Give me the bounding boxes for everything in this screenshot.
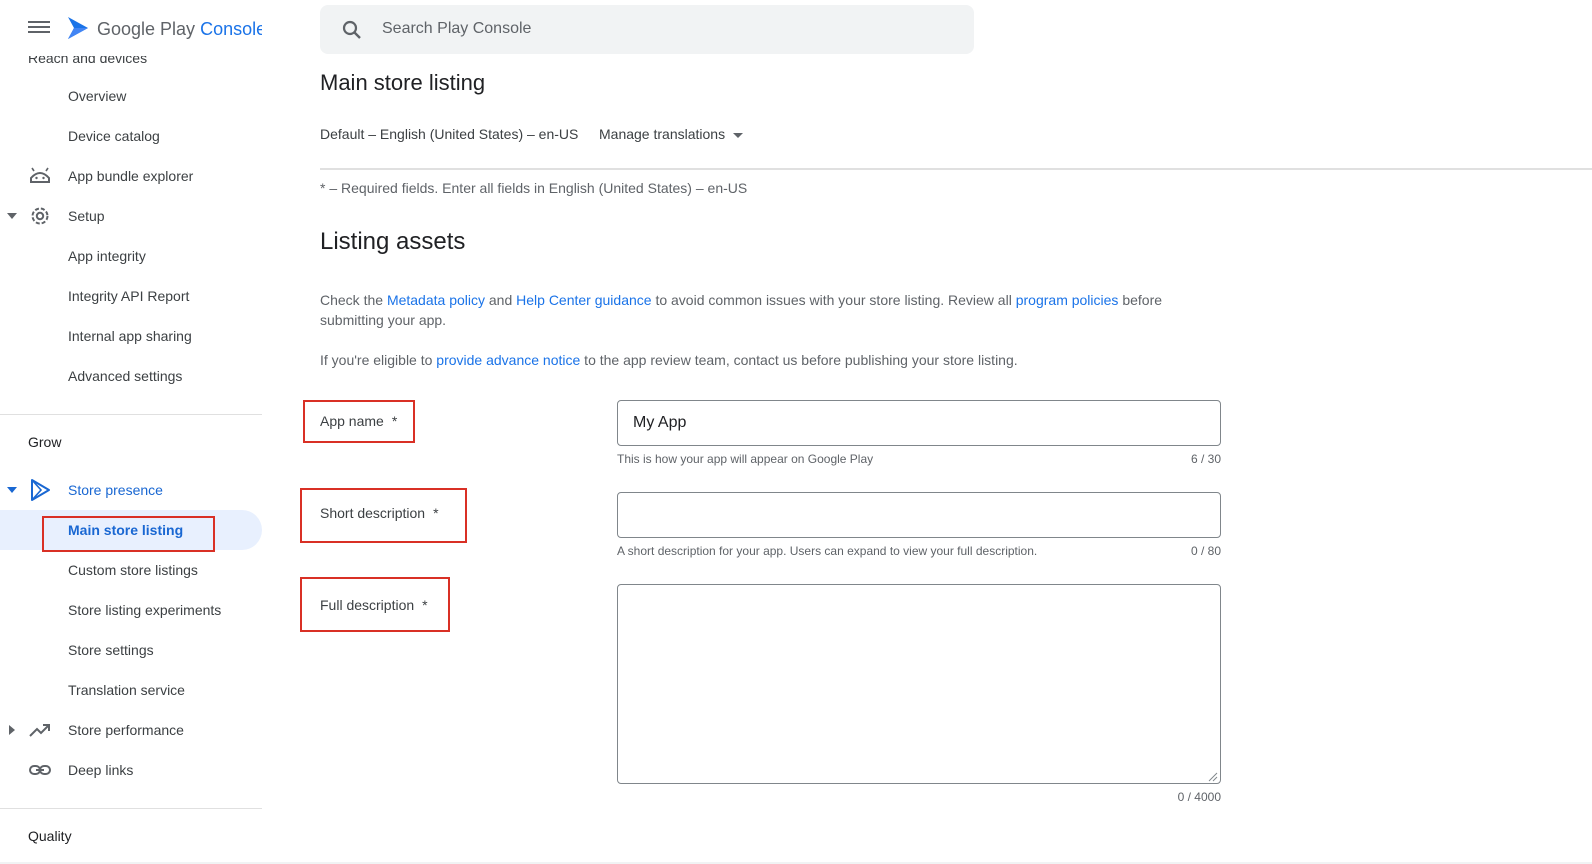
short-description-hint: A short description for your app. Users … [617, 544, 1038, 558]
caret-down-icon[interactable] [7, 485, 17, 495]
required-fields-note: * – Required fields. Enter all fields in… [320, 180, 748, 196]
sidebar-item-custom-store-listings[interactable]: Custom store listings [0, 550, 262, 590]
metadata-policy-link[interactable]: Metadata policy [387, 292, 485, 308]
brand-header: Google Play Console [0, 0, 262, 56]
dropdown-arrow-icon [733, 132, 744, 138]
default-language: Default – English (United States) – en-U… [320, 126, 579, 142]
sidebar-divider [0, 414, 262, 415]
policy-paragraph: Check the Metadata policy and Help Cente… [320, 292, 1163, 328]
sidebar-item-app-bundle-explorer[interactable]: App bundle explorer [0, 156, 262, 196]
sidebar-item-translation-service[interactable]: Translation service [0, 670, 262, 710]
play-console-logo-icon [68, 17, 88, 39]
app-name-field[interactable] [617, 400, 1221, 446]
gear-icon [31, 207, 49, 225]
full-description-textarea[interactable] [618, 585, 1220, 783]
sidebar: Reach and devices Google Play Console Ov… [0, 0, 262, 864]
sidebar-item-overview[interactable]: Overview [0, 76, 262, 116]
app-name-input[interactable] [618, 401, 1220, 445]
sidebar-item-store-settings[interactable]: Store settings [0, 630, 262, 670]
program-policies-link[interactable]: program policies [1016, 292, 1119, 308]
provide-advance-notice-link[interactable]: provide advance notice [436, 352, 580, 368]
resize-handle-icon[interactable] [1208, 772, 1218, 782]
sidebar-item-integrity-api-report[interactable]: Integrity API Report [0, 276, 262, 316]
play-icon [31, 479, 50, 501]
section-title: Listing assets [320, 228, 466, 255]
caret-down-icon[interactable] [7, 211, 17, 221]
advance-notice-paragraph: If you're eligible to provide advance no… [320, 352, 1018, 368]
short-description-counter: 0 / 80 [1190, 544, 1221, 558]
link-icon [29, 765, 51, 775]
app-name-label: App name * [320, 413, 398, 429]
sidebar-item-deep-links[interactable]: Deep links [0, 750, 262, 790]
sidebar-item-store-listing-experiments[interactable]: Store listing experiments [0, 590, 262, 630]
sidebar-item-main-store-listing[interactable]: Main store listing [0, 510, 262, 550]
sidebar-divider [0, 808, 262, 809]
full-description-field[interactable] [617, 584, 1221, 784]
search-input[interactable] [382, 17, 942, 41]
sidebar-item-app-integrity[interactable]: App integrity [0, 236, 262, 276]
sidebar-item-advanced-settings[interactable]: Advanced settings [0, 356, 262, 396]
menu-icon[interactable] [28, 18, 50, 38]
sidebar-item-store-performance[interactable]: Store performance [0, 710, 262, 750]
full-description-label: Full description * [320, 597, 428, 613]
page-title: Main store listing [320, 70, 486, 95]
trending-up-icon [29, 724, 50, 737]
brand-title[interactable]: Google Play Console [97, 19, 262, 40]
sidebar-item-setup[interactable]: Setup [0, 196, 262, 236]
short-description-field[interactable] [617, 492, 1221, 538]
full-description-counter: 0 / 4000 [1177, 790, 1221, 804]
app-name-counter: 6 / 30 [1190, 452, 1221, 466]
sidebar-item-internal-app-sharing[interactable]: Internal app sharing [0, 316, 262, 356]
section-grow: Grow [28, 434, 62, 450]
sidebar-item-device-catalog[interactable]: Device catalog [0, 116, 262, 156]
section-quality: Quality [28, 828, 72, 844]
caret-right-icon[interactable] [7, 725, 17, 735]
app-name-hint: This is how your app will appear on Goog… [617, 452, 874, 466]
android-icon [30, 167, 50, 183]
short-description-input[interactable] [618, 493, 1220, 537]
sidebar-item-store-presence[interactable]: Store presence [0, 470, 262, 510]
help-center-guidance-link[interactable]: Help Center guidance [516, 292, 651, 308]
search-bar[interactable] [320, 5, 974, 54]
short-description-label: Short description * [320, 505, 439, 521]
search-icon [342, 20, 361, 39]
manage-translations-button[interactable]: Manage translations [599, 126, 744, 142]
header-divider [320, 168, 1592, 170]
